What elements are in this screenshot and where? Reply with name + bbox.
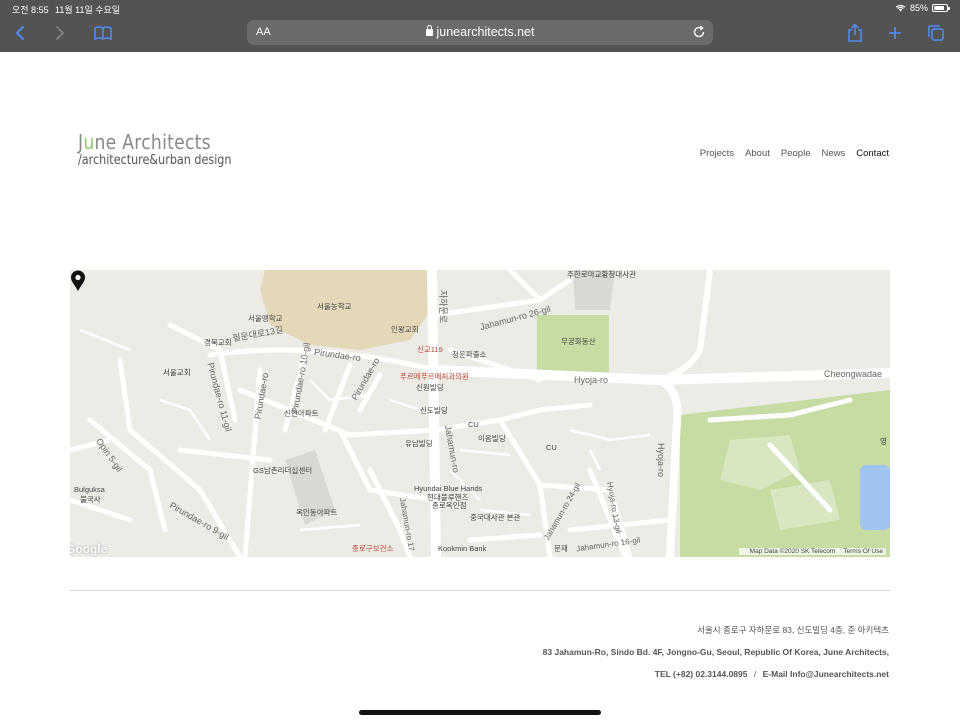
- road-label: 자하문로: [438, 289, 449, 324]
- map-label: 중국대사관 본관: [470, 513, 521, 522]
- separator: /: [753, 669, 757, 679]
- lock-icon: [425, 25, 433, 36]
- status-date: 11월 11일 수요일: [55, 5, 121, 15]
- new-tab-button[interactable]: [884, 22, 906, 44]
- map-label: 유남빌딩: [405, 439, 433, 448]
- map-label: 영: [880, 437, 887, 446]
- safari-toolbar: 오전 8:55 11월 11일 수요일 85% AA junearchitect…: [0, 0, 960, 52]
- map-label: 문재: [554, 544, 568, 553]
- map-label: 옥인동아파트: [296, 508, 338, 517]
- nav-contact[interactable]: Contact: [856, 148, 889, 159]
- chevron-left-icon: [16, 26, 24, 40]
- divider: [70, 590, 890, 591]
- chevron-right-icon: [56, 26, 64, 40]
- main-nav: Projects About People News Contact: [700, 148, 889, 159]
- map-label: 푸르메푸르메치과의원: [400, 372, 469, 381]
- map-label: 주한로마교황청대사관: [567, 270, 636, 279]
- nav-projects[interactable]: Projects: [700, 148, 734, 159]
- map-label: 신도빌딩: [420, 406, 448, 415]
- map-label: 서울교회: [163, 368, 191, 377]
- road-label: Hyoja-ro: [574, 375, 609, 385]
- plus-icon: [889, 27, 901, 39]
- share-button[interactable]: [844, 22, 866, 44]
- back-button[interactable]: [9, 22, 31, 44]
- tel-label: TEL: [654, 669, 671, 679]
- map-label: Kookmin Bank: [438, 544, 487, 553]
- map-label: 신교119: [417, 345, 443, 354]
- nav-about[interactable]: About: [745, 148, 770, 159]
- tabs-button[interactable]: [925, 22, 947, 44]
- site-logo[interactable]: June Architects /architecture&urban desi…: [78, 131, 256, 168]
- tabs-icon: [928, 25, 944, 41]
- map-label: 청운파출소: [452, 350, 487, 359]
- status-time: 오전 8:55: [12, 5, 49, 15]
- map-label: 경북교회: [204, 338, 232, 347]
- terms-of-use-link[interactable]: Terms Of Use: [843, 548, 883, 555]
- map-label: 종로옥인점: [432, 501, 467, 510]
- road-label: Hyoja-ro: [656, 442, 667, 478]
- status-bar: 오전 8:55 11월 11일 수요일 85%: [0, 0, 960, 17]
- bookmarks-button[interactable]: [92, 22, 114, 44]
- map-label: 신원빌딩: [416, 383, 444, 392]
- map-label: GS남촌리더십센터: [253, 466, 313, 475]
- home-indicator[interactable]: [359, 710, 601, 715]
- reload-icon[interactable]: [691, 24, 707, 40]
- location-pin-icon[interactable]: [70, 270, 86, 292]
- map-label: CU: [468, 420, 479, 429]
- logo-title: June Architects: [78, 130, 211, 154]
- contact-line: TEL (+82) 02.3144.0895 / E-Mail Info@Jun…: [655, 669, 889, 679]
- map-credits: Map Data ©2020 SK Telecom Terms Of Use: [738, 548, 886, 555]
- address-bar[interactable]: AA junearchitects.net: [247, 20, 713, 45]
- battery-icon: [932, 4, 950, 12]
- url-text: junearchitects.net: [436, 25, 535, 39]
- map-label: 불국사: [80, 495, 101, 504]
- status-right: 85%: [895, 3, 950, 13]
- map-label: 서울농학교: [317, 302, 352, 311]
- map-label: Bulguksa: [74, 485, 105, 494]
- map-data-credit: Map Data ©2020 SK Telecom: [749, 548, 836, 555]
- map-label: 종로구보건소: [352, 544, 394, 553]
- logo-subtitle: /architecture&urban design: [78, 153, 232, 168]
- book-icon: [94, 26, 112, 41]
- map-label: 이음빌딩: [478, 434, 506, 443]
- share-icon: [848, 23, 862, 42]
- google-logo: Google: [70, 542, 108, 556]
- road-label: Cheongwadae: [824, 369, 883, 379]
- email-link[interactable]: Info@Junearchitects.net: [790, 669, 889, 679]
- map-label: CU: [546, 443, 557, 452]
- address-korean: 서울시 종로구 자하문로 83, 신도빌딩 4층, 준 아키텍츠: [697, 625, 889, 635]
- url-display[interactable]: junearchitects.net: [247, 25, 713, 39]
- nav-people[interactable]: People: [781, 148, 811, 159]
- tel-number[interactable]: (+82) 02.3144.0895: [673, 669, 747, 679]
- nav-news[interactable]: News: [821, 148, 845, 159]
- location-map[interactable]: 주한로마교황청대사관 서울맹학교 서울농학교 인왕교회 경북교회 서울교회 신교…: [70, 270, 890, 557]
- map-label: 인왕교회: [391, 325, 419, 334]
- address-english: 83 Jahamun-Ro, Sindo Bd. 4F, Jongno-Gu, …: [542, 647, 889, 657]
- wifi-icon: [895, 4, 906, 12]
- email-label: E-Mail: [762, 669, 788, 679]
- battery-percent: 85%: [909, 3, 928, 13]
- map-label: 무궁화동산: [561, 337, 596, 346]
- forward-button[interactable]: [49, 22, 71, 44]
